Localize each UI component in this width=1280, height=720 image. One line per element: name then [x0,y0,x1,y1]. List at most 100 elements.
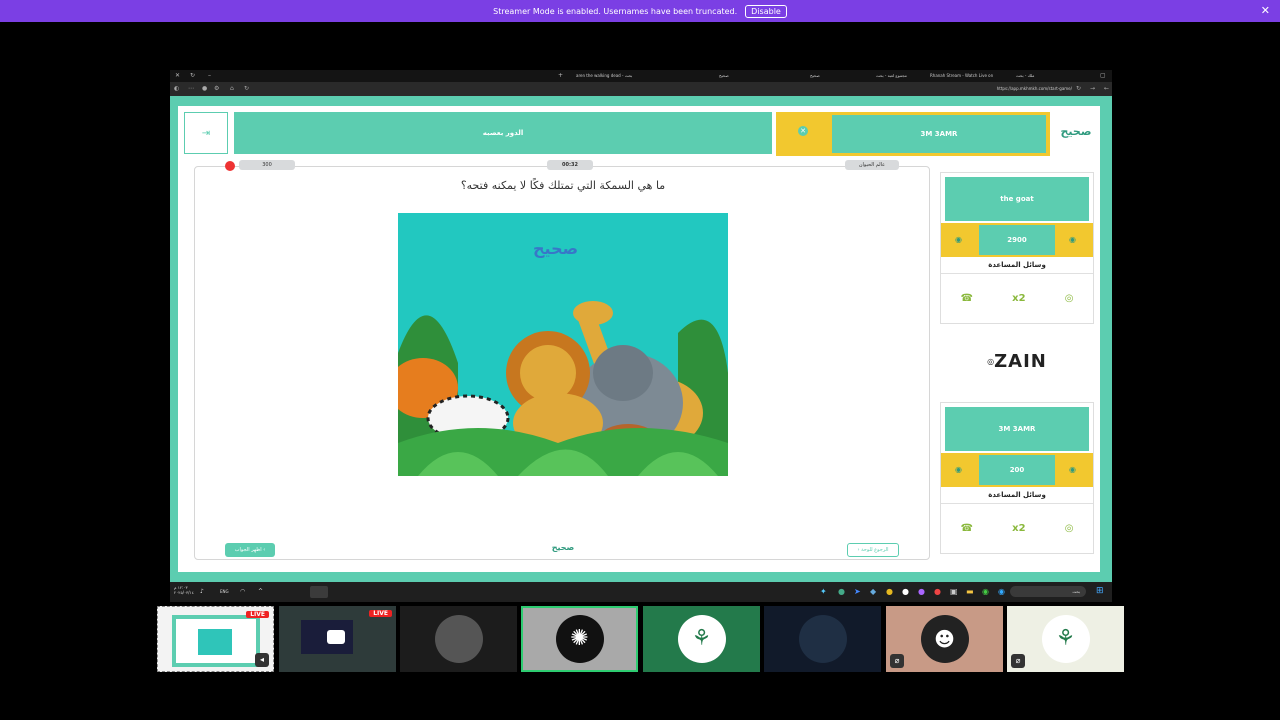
live-badge: LIVE [369,610,392,617]
double-points-icon[interactable]: x2 [1012,523,1025,534]
new-tab-icon[interactable]: + [558,72,563,79]
question-panel: 300 00:32 عالم الحيوان ما هي السمكة التي… [194,160,930,560]
category-label: عالم الحيوان [845,160,899,170]
game-logo: صحيح [1060,125,1092,138]
tray-chevron-icon[interactable]: ^ [258,588,263,595]
show-answer-button[interactable]: اظهر الجواب ‹ [225,543,275,557]
muted-icon: ⌀ [890,654,904,668]
app-icon[interactable]: ● [902,587,909,596]
score-bar: ◉ 200 ◉ [941,453,1093,487]
app-icon[interactable]: ▣ [950,587,958,596]
app-icon[interactable]: ● [838,587,845,596]
footer-logo: صحيح [551,543,575,552]
refresh-icon[interactable]: ↻ [1076,85,1081,92]
back-to-board-button[interactable]: › الرجوع للوحة [847,543,899,557]
sponsor-swirl-icon: ◎ [987,356,995,366]
url-field[interactable]: https://app.mkhmkh.com/start-game/ [997,86,1072,91]
call-friend-icon[interactable]: ☎ [961,523,973,534]
palm-emblem-icon: ⚘ [691,626,712,651]
menu-icon[interactable]: ⋯ [188,85,194,92]
sponsor-logo: ◎ ZAIN [940,346,1094,376]
streamer-mode-banner: Streamer Mode is enabled. Usernames have… [0,0,1280,22]
turn-banner: الدور بعصبه [234,112,772,154]
participant-tile-speaking[interactable]: ✺ [521,606,638,672]
browser-tab[interactable]: مجموع لعبة - بحث [872,72,911,80]
back-icon[interactable]: → [1090,85,1095,92]
live-badge: LIVE [246,611,269,618]
score-bar: ◉ 2900 ◉ [941,223,1093,257]
participant-tile[interactable] [764,606,881,672]
aids-row: ☎ x2 ◎ [941,503,1093,552]
screen-preview [172,615,260,667]
participant-tile[interactable]: ⚘ ⌀ [1007,606,1124,672]
app-icon[interactable]: ◆ [870,587,876,596]
browser-tab[interactable]: aren the walking dead - بحث [572,72,636,80]
team-card-2: 3M 3AMR ◉ 200 ◉ وسائل المساعدة ☎ x2 ◎ [940,402,1094,554]
back-label: الرجوع للوحة [861,547,889,553]
avatar: ✺ [555,615,604,663]
hole-icon[interactable]: ◎ [1065,523,1074,534]
forward-icon[interactable]: ← [1104,85,1109,92]
participant-tile[interactable] [400,606,517,672]
exit-icon: ⇥ [201,127,211,139]
screen-share-icon [327,630,345,644]
browser-tab[interactable]: Rhanah Stream - Watch Live on [926,72,997,80]
app-icon[interactable]: ➤ [854,587,861,596]
app-icon[interactable]: ● [934,587,941,596]
hole-icon[interactable]: ◎ [1065,293,1074,304]
participant-tile[interactable]: ⚘ [643,606,760,672]
taskbar-search[interactable]: بحث [1010,586,1086,597]
wifi-icon[interactable]: ◠ [240,588,245,595]
app-icon[interactable]: ✦ [820,587,827,596]
plus-icon[interactable]: ◉ [1069,465,1076,474]
active-team-name: 3M 3AMR [832,115,1046,153]
app-icon[interactable]: ● [886,587,893,596]
browser-tab-bar: ✕ ↻ – + aren the walking dead - بحث صحيح… [170,70,1112,82]
browser-tab[interactable]: ملك - بحث [1012,72,1038,80]
home-icon[interactable]: ⌂ [230,85,234,92]
aids-label: وسائل المساعدة [988,261,1046,269]
show-answer-label: اظهر الجواب [234,547,262,553]
weather-widget[interactable] [310,586,328,598]
close-window-icon[interactable]: ✕ [175,72,180,79]
start-menu-icon[interactable]: ⊞ [1096,586,1104,596]
swirl-icon: ✺ [570,626,589,651]
minus-icon[interactable]: ◉ [955,465,962,474]
chrome-icon[interactable]: ◉ [982,587,989,596]
team-name: 3M 3AMR [945,407,1089,451]
minimize-icon[interactable]: – [208,72,211,79]
double-points-icon[interactable]: x2 [1012,293,1025,304]
windows-taskbar: ١٢:٠٣ م ٢٠٢٥/٠٣/١٤ ENG ♪ ◠ ^ ✦ ● ➤ ◆ ● ●… [170,582,1112,602]
file-explorer-icon[interactable]: ▬ [966,587,974,596]
plus-icon[interactable]: ◉ [1069,235,1076,244]
question-text: ما هي السمكة التي تمتلك فكًا لا يمكنه فت… [460,179,666,192]
flag-icon[interactable] [225,161,235,171]
disable-button[interactable]: Disable [745,4,787,18]
reload-icon[interactable]: ↻ [244,85,249,92]
avatar [434,615,483,663]
participant-tile-screen-2[interactable]: LIVE [279,606,396,672]
exit-button[interactable]: ⇥ [184,112,228,154]
app-icon[interactable]: ● [918,587,925,596]
clock: ١٢:٠٣ م ٢٠٢٥/٠٣/١٤ [174,585,194,595]
volume-icon[interactable]: ◂ [255,653,269,667]
edge-icon[interactable]: ◉ [998,587,1005,596]
palm-emblem-icon: ⚘ [1055,626,1076,651]
team-icon: ✕ [798,126,808,136]
participant-tile-screen-1[interactable]: LIVE ◂ [157,606,274,672]
profile-icon[interactable]: ● [202,85,207,92]
volume-icon[interactable]: ♪ [200,588,204,595]
language-indicator[interactable]: ENG [220,589,229,594]
call-friend-icon[interactable]: ☎ [961,293,973,304]
settings-icon[interactable]: ⚙ [214,85,219,92]
browser-tab[interactable]: صحيح [715,72,733,80]
browser-tab[interactable]: صحيح [806,72,824,80]
close-banner-icon[interactable]: ✕ [1261,4,1270,17]
window-button-icon[interactable]: ▢ [1100,72,1106,79]
question-points: 300 [239,160,295,170]
participant-tile[interactable]: ☻ ⌀ [886,606,1003,672]
avatar: ⚘ [677,615,726,663]
reload-tab-icon[interactable]: ↻ [190,72,195,79]
team-score: 200 [979,455,1055,485]
minus-icon[interactable]: ◉ [955,235,962,244]
